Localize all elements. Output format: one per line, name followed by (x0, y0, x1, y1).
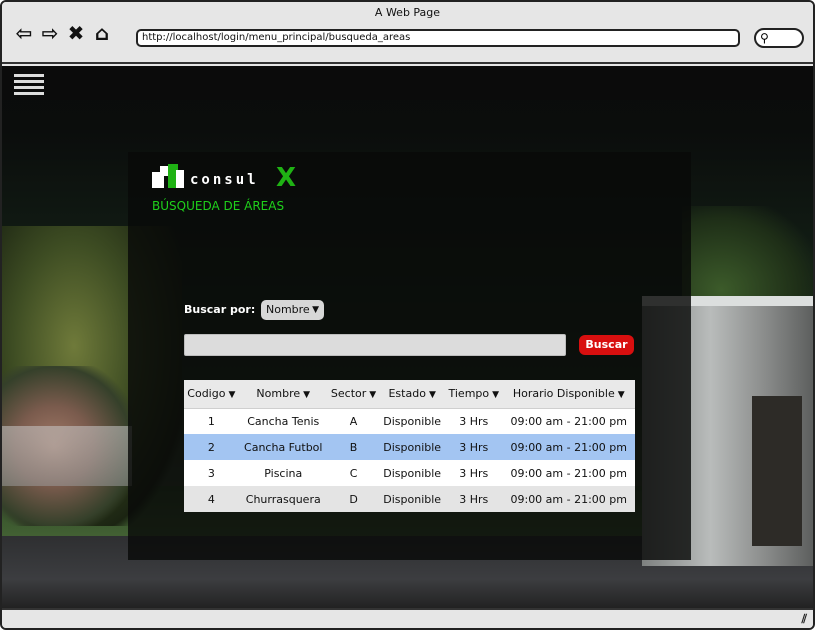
table-cell: 4 (184, 486, 239, 512)
table-cell: 3 Hrs (445, 434, 503, 460)
chevron-down-icon: ▼ (312, 305, 319, 315)
table-cell: C (327, 460, 380, 486)
search-filter-value: Nombre (266, 303, 310, 316)
table-cell: 3 (184, 460, 239, 486)
table-cell: Disponible (379, 408, 446, 434)
home-icon[interactable]: ⌂ (92, 22, 112, 44)
search-by-label: Buscar por: (184, 303, 256, 316)
browser-titlebar: A Web Page ⇦ ⇨ ✖ ⌂ http://localhost/logi… (2, 2, 813, 64)
window-title: A Web Page (374, 6, 441, 19)
browser-window: A Web Page ⇦ ⇨ ✖ ⌂ http://localhost/logi… (0, 0, 815, 630)
table-row[interactable]: 3 Piscina C Disponible 3 Hrs 09:00 am - 21:00… (184, 460, 635, 486)
page-title: BÚSQUEDA DE ÁREAS (152, 199, 285, 213)
column-header[interactable]: Sector ▼ (327, 380, 380, 409)
app-topbar (2, 66, 813, 100)
table-cell: 3 Hrs (445, 408, 503, 434)
table-cell: Cancha Tenis (238, 408, 328, 434)
search-input[interactable] (184, 334, 566, 356)
column-header-label: Tiempo (448, 387, 490, 401)
column-header-label: Codigo (187, 387, 226, 401)
table-cell: 09:00 am - 21:00 pm (502, 434, 635, 460)
search-filter-select[interactable]: Nombre ▼ (261, 300, 324, 320)
hamburger-menu-icon[interactable] (14, 74, 44, 96)
sort-caret-icon: ▼ (617, 390, 625, 401)
table-row[interactable]: 4 Churrasquera D Disponible 3 Hrs 09:00 am - … (184, 486, 635, 512)
logo-mark-icon (152, 164, 186, 188)
table-cell: Disponible (379, 434, 446, 460)
areas-table: Codigo ▼ Nombre ▼ Sector ▼ Estado ▼ Tiempo ▼ Horar… (184, 380, 635, 512)
page-content: consul X BÚSQUEDA DE ÁREAS Buscar por: N… (2, 66, 813, 608)
back-arrow-icon[interactable]: ⇦ (14, 22, 34, 44)
sort-caret-icon: ▼ (492, 390, 500, 401)
table-cell: Churrasquera (238, 486, 328, 512)
table-cell: Disponible (379, 486, 446, 512)
table-cell: 09:00 am - 21:00 pm (502, 408, 635, 434)
browser-search-field[interactable]: ⚲ (754, 28, 804, 48)
close-icon[interactable]: ✖ (66, 22, 86, 44)
column-header[interactable]: Tiempo ▼ (445, 380, 503, 409)
table-header-row: Codigo ▼ Nombre ▼ Sector ▼ Estado ▼ Tiempo ▼ Horar… (184, 380, 635, 409)
column-header[interactable]: Horario Disponible ▼ (502, 380, 635, 409)
table-cell: 2 (184, 434, 239, 460)
url-bar[interactable]: http://localhost/login/menu_principal/bu… (136, 29, 740, 47)
sort-caret-icon: ▼ (303, 390, 311, 401)
column-header-label: Nombre (256, 387, 301, 401)
column-header-label: Horario Disponible (512, 387, 615, 401)
table-cell: 09:00 am - 21:00 pm (502, 486, 635, 512)
column-header-label: Estado (388, 387, 426, 401)
sort-caret-icon: ▼ (369, 390, 377, 401)
logo-x: X (276, 163, 297, 193)
brand-logo: consul X (152, 164, 312, 194)
table-cell: 3 Hrs (445, 460, 503, 486)
column-header-label: Sector (330, 387, 367, 401)
search-button[interactable]: Buscar (579, 335, 634, 355)
table-cell: Piscina (238, 460, 328, 486)
search-icon: ⚲ (760, 31, 769, 45)
table-row[interactable]: 2 Cancha Futbol B Disponible 3 Hrs 09:00 am -… (184, 434, 635, 460)
table-cell: 09:00 am - 21:00 pm (502, 460, 635, 486)
resize-grip-icon[interactable]: ⫽ (802, 612, 807, 627)
search-panel: consul X BÚSQUEDA DE ÁREAS Buscar por: N… (128, 152, 691, 560)
table-cell: Disponible (379, 460, 446, 486)
table-cell: 1 (184, 408, 239, 434)
logo-text: consul (190, 172, 259, 188)
table-cell: 3 Hrs (445, 486, 503, 512)
column-header[interactable]: Codigo ▼ (184, 380, 239, 409)
table-cell: B (327, 434, 380, 460)
table-row[interactable]: 1 Cancha Tenis A Disponible 3 Hrs 09:00 am - … (184, 408, 635, 434)
column-header[interactable]: Estado ▼ (379, 380, 446, 409)
table-cell: Cancha Futbol (238, 434, 328, 460)
table-cell: A (327, 408, 380, 434)
column-header[interactable]: Nombre ▼ (238, 380, 328, 409)
forward-arrow-icon[interactable]: ⇨ (40, 22, 60, 44)
table-cell: D (327, 486, 380, 512)
browser-statusbar: ⫽ (2, 608, 813, 628)
sort-caret-icon: ▼ (228, 390, 236, 401)
sort-caret-icon: ▼ (428, 390, 436, 401)
